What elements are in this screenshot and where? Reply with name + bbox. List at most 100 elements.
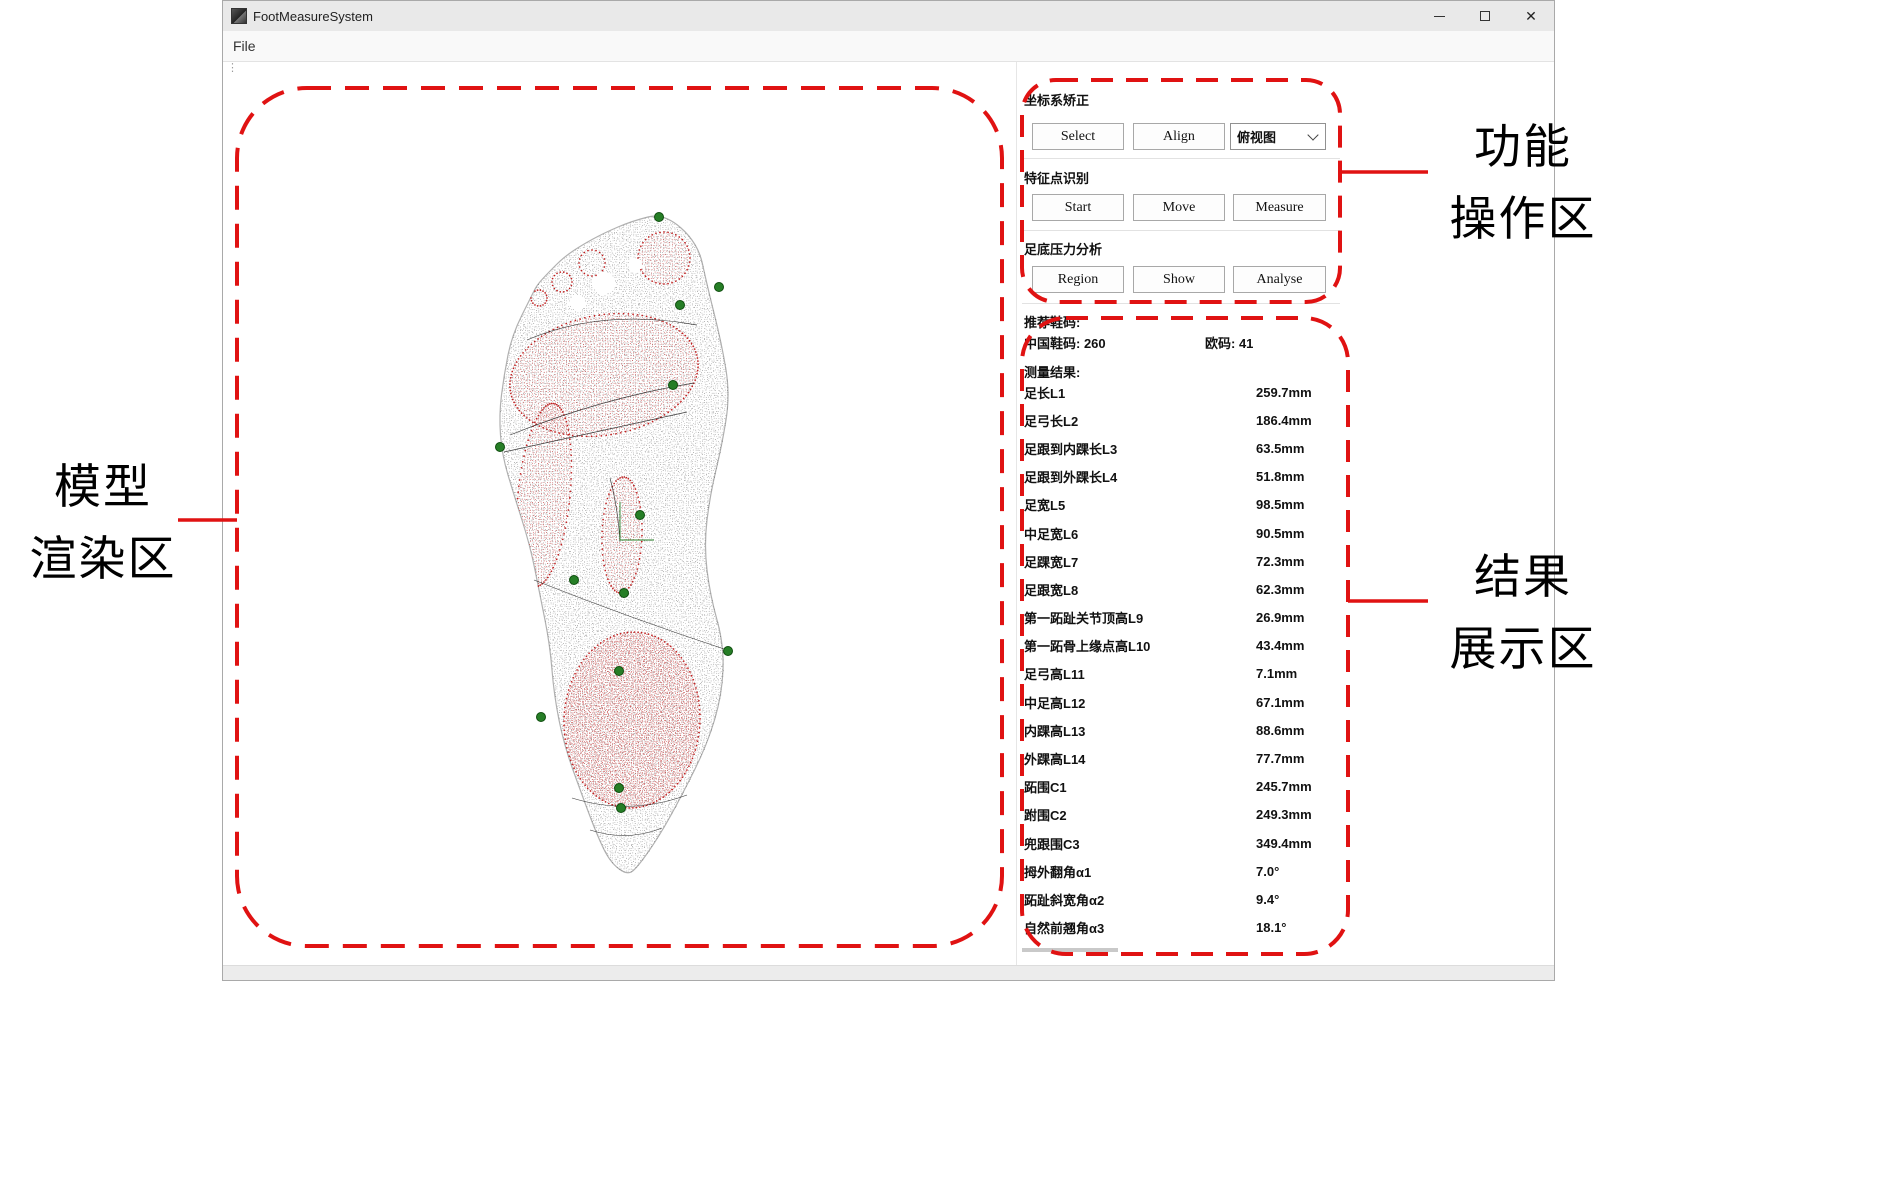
title-bar: FootMeasureSystem ✕ [223,1,1554,31]
function-area-label-line1: 功能 [1428,112,1618,184]
measure-row: 足跟到内踝长L3 63.5mm [1024,434,1336,462]
measure-label: 足跟宽L8 [1024,580,1078,599]
measure-row: 外踝高L14 77.7mm [1024,744,1336,772]
measure-value: 98.5mm [1256,497,1304,512]
minimize-icon [1434,16,1445,17]
measure-label: 足弓高L11 [1024,664,1085,683]
model-area-label-line2: 渲染区 [8,524,198,596]
align-button[interactable]: Align [1133,123,1225,150]
measure-row: 内踝高L1388.6mm [1024,716,1336,744]
measure-row: 足长L1 259.7mm [1024,378,1336,406]
measure-row: 兜跟围C3 349.4mm [1024,829,1336,857]
measure-label: 外踝高L14 [1024,749,1085,768]
show-button[interactable]: Show [1133,266,1225,293]
measure-label: 跖趾斜宽角α2 [1024,890,1104,909]
toolbar-gripper-icon: ⋮ [227,63,238,73]
measure-row: 中足宽L6 90.5mm [1024,519,1336,547]
result-area-label: 结果 展示区 [1428,542,1618,686]
maximize-icon [1480,11,1490,21]
results-scrollbar[interactable] [1022,948,1118,952]
model-area-label-line1: 模型 [8,452,198,524]
region-button[interactable]: Region [1032,266,1124,293]
measure-label: 跖围C1 [1024,777,1067,796]
measure-value: 9.4° [1256,892,1279,907]
maximize-button[interactable] [1462,1,1508,31]
eu-shoe-size: 欧码: 41 [1205,333,1253,352]
result-area-label-line2: 展示区 [1428,614,1618,686]
measure-value: 249.3mm [1256,807,1312,822]
measure-value: 245.7mm [1256,779,1312,794]
section-title-pressure: 足底压力分析 [1024,239,1102,258]
start-button[interactable]: Start [1032,194,1124,221]
measure-value: 349.4mm [1256,836,1312,851]
section-divider [1022,303,1340,304]
measure-row: 自然前翘角α3 18.1° [1024,914,1336,942]
select-button[interactable]: Select [1032,123,1124,150]
result-area-label-line1: 结果 [1428,542,1618,614]
measure-row: 跖趾斜宽角α2 9.4° [1024,885,1336,913]
app-icon [231,8,247,24]
measure-label: 跗围C2 [1024,805,1067,824]
measure-value: 7.1mm [1256,666,1297,681]
measure-row: 足宽L5 98.5mm [1024,491,1336,519]
measure-row: 足跟宽L8 62.3mm [1024,575,1336,603]
measure-row: 第一跖趾关节顶高L9 26.9mm [1024,604,1336,632]
minimize-button[interactable] [1416,1,1462,31]
measure-value: 26.9mm [1256,610,1304,625]
measure-row: 拇外翻角α17.0° [1024,857,1336,885]
section-title-coordinate: 坐标系矫正 [1024,90,1089,109]
measure-label: 足宽L5 [1024,495,1065,514]
measure-value: 90.5mm [1256,526,1304,541]
analyse-button[interactable]: Analyse [1233,266,1326,293]
measure-button[interactable]: Measure [1233,194,1326,221]
shoe-size-header: 推荐鞋码: [1024,312,1080,331]
measure-label: 中足宽L6 [1024,524,1078,543]
view-dropdown[interactable]: 俯视图 [1230,123,1326,150]
move-button[interactable]: Move [1133,194,1225,221]
section-divider [1022,230,1340,231]
measure-value: 7.0° [1256,864,1279,879]
function-area-label-line2: 操作区 [1428,184,1618,256]
measure-value: 186.4mm [1256,413,1312,428]
measure-value: 62.3mm [1256,582,1304,597]
close-button[interactable]: ✕ [1508,1,1554,31]
section-divider [1022,158,1340,159]
app-window: FootMeasureSystem ✕ File ⋮ [222,0,1555,981]
page: FootMeasureSystem ✕ File ⋮ 坐标系矫正 Select … [0,0,1877,1182]
measure-label: 第一跖趾关节顶高L9 [1024,608,1143,627]
menu-bar: File [223,31,1554,62]
status-bar [223,965,1554,980]
measure-label: 自然前翘角α3 [1024,918,1104,937]
window-controls: ✕ [1416,1,1554,31]
close-icon: ✕ [1525,9,1537,23]
measure-row: 足跟到外踝长L451.8mm [1024,463,1336,491]
chevron-down-icon [1307,129,1318,140]
window-title: FootMeasureSystem [253,9,373,24]
results-rows: 足长L1259.7mm足弓长L2186.4mm足跟到内踝长L363.5mm足跟到… [1024,378,1336,942]
measure-label: 中足高L12 [1024,693,1085,712]
measure-row: 跗围C2 249.3mm [1024,801,1336,829]
measure-value: 77.7mm [1256,751,1304,766]
measure-label: 足踝宽L7 [1024,552,1078,571]
menu-item-file[interactable]: File [223,38,266,54]
measure-value: 67.1mm [1256,695,1304,710]
measure-label: 足弓长L2 [1024,411,1078,430]
model-area-label: 模型 渲染区 [8,452,198,596]
measure-value: 51.8mm [1256,469,1304,484]
measure-value: 63.5mm [1256,441,1304,456]
measure-label: 足长L1 [1024,383,1065,402]
function-area-label: 功能 操作区 [1428,112,1618,256]
measure-value: 43.4mm [1256,638,1304,653]
measure-value: 259.7mm [1256,385,1312,400]
foot-model-canvas[interactable] [472,190,792,910]
measure-label: 足跟到内踝长L3 [1024,439,1117,458]
measure-row: 跖围C1 245.7mm [1024,773,1336,801]
measure-label: 内踝高L13 [1024,721,1085,740]
measure-value: 18.1° [1256,920,1287,935]
measure-label: 兜跟围C3 [1024,834,1080,853]
panel-separator [1016,62,1017,965]
measure-row: 第一跖骨上缘点高L1043.4mm [1024,632,1336,660]
measure-row: 足踝宽L772.3mm [1024,547,1336,575]
cn-shoe-size: 中国鞋码: 260 [1024,333,1106,352]
view-dropdown-value: 俯视图 [1237,127,1276,146]
